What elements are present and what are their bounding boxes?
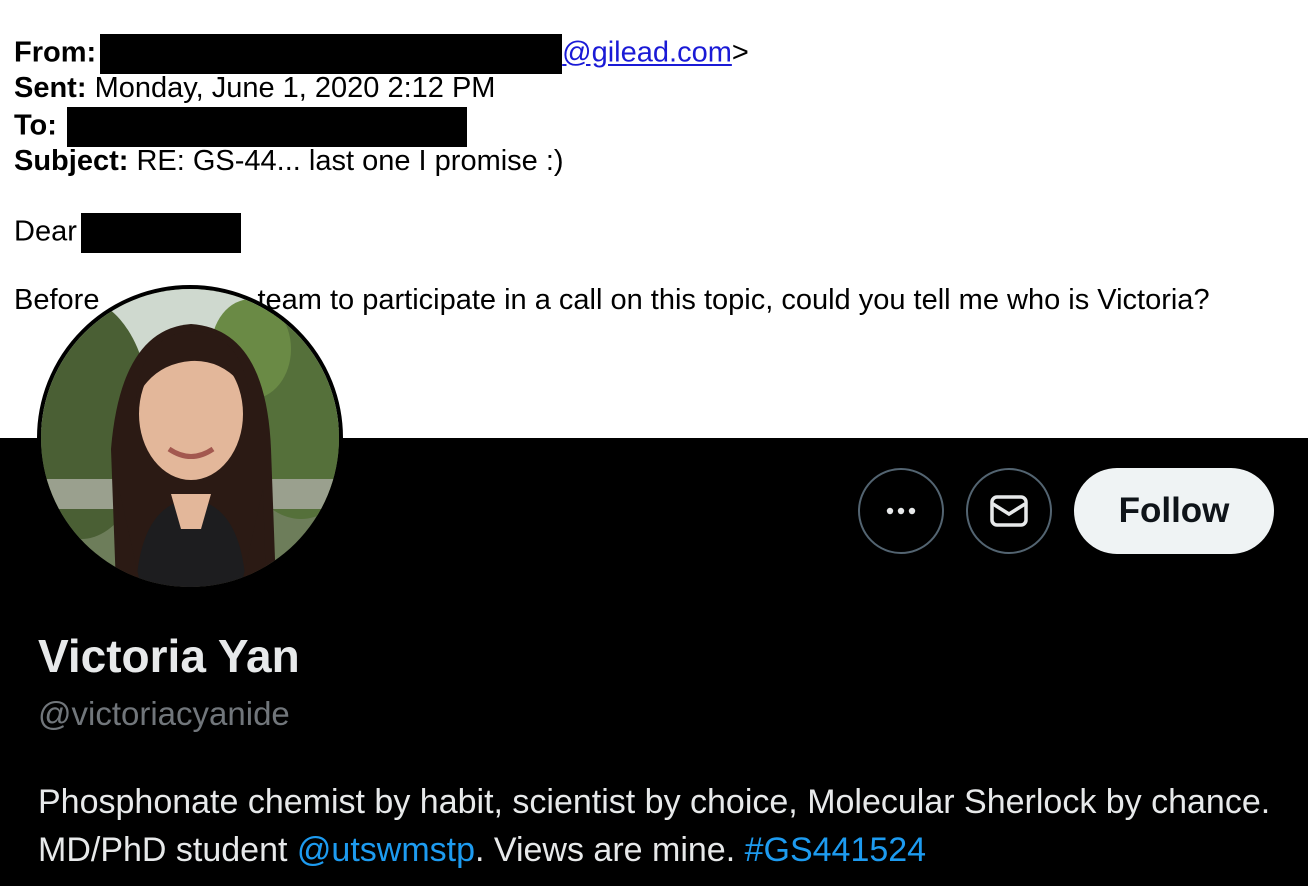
body-start: Before (14, 284, 100, 316)
bio-hashtag-link[interactable]: #GS441524 (745, 831, 927, 869)
more-button[interactable] (858, 468, 944, 554)
envelope-icon (990, 495, 1028, 527)
sent-label: Sent: (14, 72, 87, 104)
redacted-sender (100, 34, 563, 74)
profile-bio: Phosphonate chemist by habit, scientist … (38, 778, 1278, 874)
sent-value: Monday, June 1, 2020 2:12 PM (94, 72, 496, 104)
bio-text-2: . Views are mine. (475, 831, 745, 869)
redacted-recipient (66, 107, 467, 147)
message-button[interactable] (966, 468, 1052, 554)
email-from-line: From: @gilead.com> (14, 34, 749, 74)
to-label: To: (14, 109, 57, 142)
profile-handle: @victoriacyanide (38, 695, 290, 732)
subject-value: RE: GS-44... last one I promise :) (136, 145, 564, 177)
from-suffix: > (731, 36, 749, 69)
more-icon (886, 507, 916, 515)
follow-button[interactable]: Follow (1074, 468, 1274, 554)
sender-email-link[interactable]: @gilead.com (562, 37, 732, 69)
greeting-text: Dear (14, 215, 77, 248)
avatar-photo (41, 289, 339, 587)
email-sent-line: Sent: Monday, June 1, 2020 2:12 PM (14, 71, 495, 105)
redacted-greeting-name (80, 213, 241, 253)
subject-label: Subject: (14, 145, 129, 177)
bio-mention-link[interactable]: @utswmstp (297, 831, 475, 869)
profile-name: Victoria Yan (38, 630, 300, 682)
email-subject-line: Subject: RE: GS-44... last one I promise… (14, 144, 564, 178)
body-rest: team to participate in a call on this to… (257, 284, 1210, 316)
email-greeting: Dear (14, 213, 241, 253)
email-to-line: To: (14, 107, 467, 147)
profile-avatar[interactable] (37, 285, 343, 591)
from-label: From: (14, 36, 97, 69)
